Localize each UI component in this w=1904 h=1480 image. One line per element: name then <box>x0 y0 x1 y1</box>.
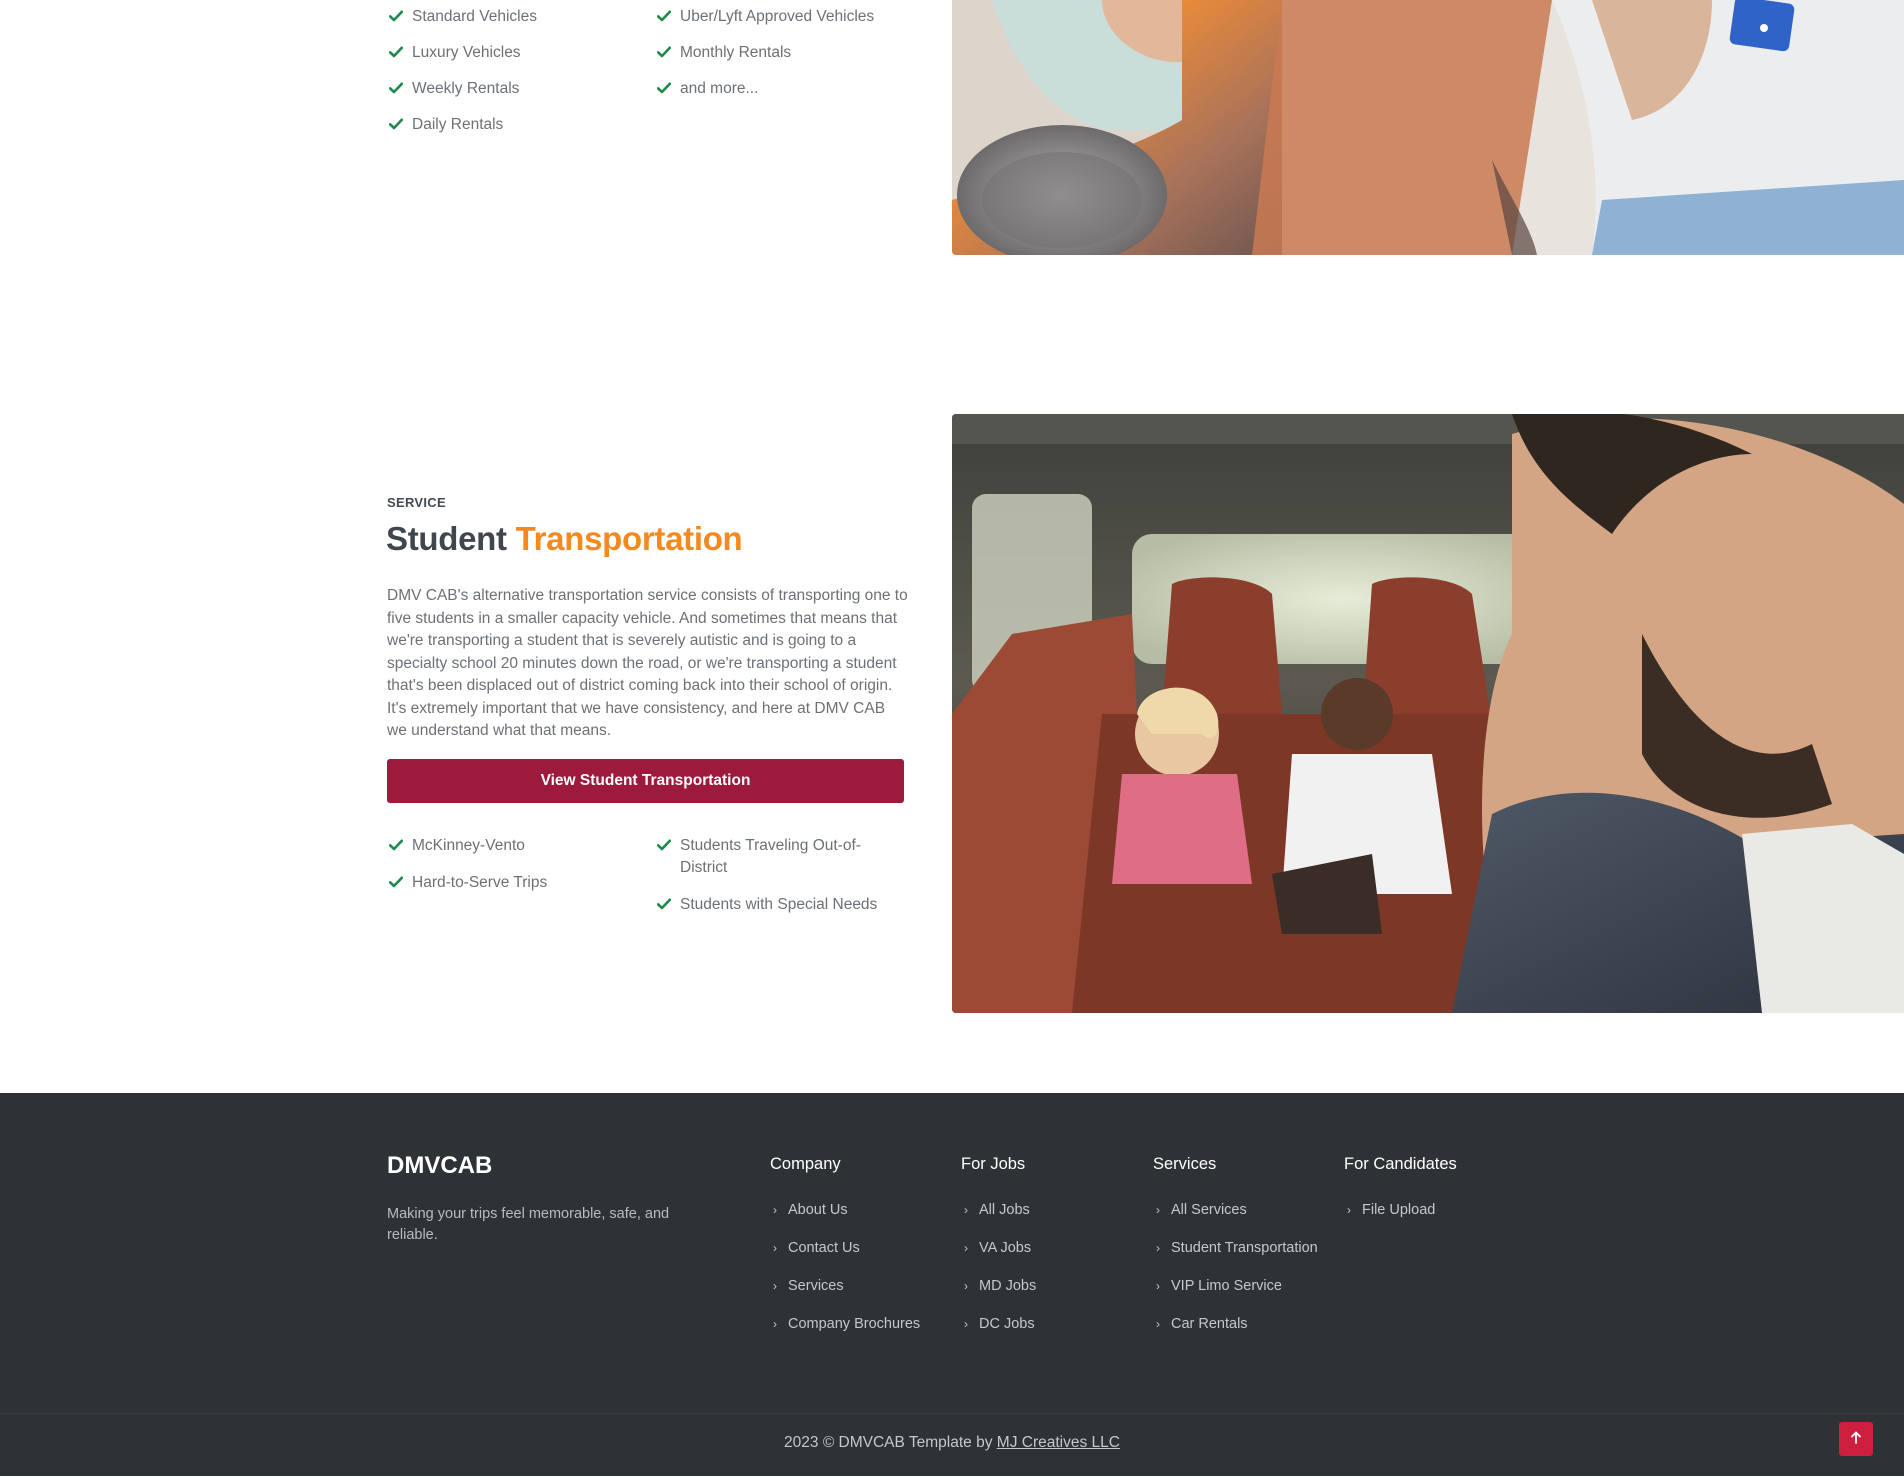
check-icon <box>389 6 405 28</box>
check-icon <box>657 6 673 28</box>
check-icon <box>657 894 673 916</box>
check-icon <box>389 78 405 100</box>
footer-link-contact-us[interactable]: › Contact Us <box>770 1240 920 1278</box>
feature-item: Uber/Lyft Approved Vehicles <box>655 6 874 28</box>
footer-link-md-jobs[interactable]: › MD Jobs <box>961 1278 1036 1316</box>
feature-item: Hard-to-Serve Trips <box>387 872 547 894</box>
footer-link-vip-limo-service[interactable]: › VIP Limo Service <box>1153 1278 1318 1316</box>
feature-label: Standard Vehicles <box>412 8 537 25</box>
footer-column-heading: Company <box>770 1155 841 1173</box>
page: Standard Vehicles Luxury Vehicles Weekly… <box>0 0 1904 1480</box>
section-eyebrow: SERVICE <box>387 495 446 510</box>
mj-creatives-link[interactable]: MJ Creatives LLC <box>997 1434 1120 1451</box>
footer-link-student-transportation[interactable]: › Student Transportation <box>1153 1240 1318 1278</box>
footer-column-services: Services › All Services › Student Transpor… <box>1153 1155 1318 1354</box>
site-footer <box>0 1093 1904 1480</box>
footer-column-for-candidates: For Candidates › File Upload <box>1344 1155 1457 1240</box>
footer-column-heading: For Candidates <box>1344 1155 1457 1173</box>
chevron-right-icon: › <box>1156 1317 1160 1331</box>
title-accent: Transportation <box>515 520 743 557</box>
chevron-right-icon: › <box>1156 1279 1160 1293</box>
feature-label: Luxury Vehicles <box>412 44 521 61</box>
footer-link-file-upload[interactable]: › File Upload <box>1344 1202 1457 1240</box>
car-rental-photo <box>952 0 1904 255</box>
footer-link-dc-jobs[interactable]: › DC Jobs <box>961 1316 1036 1354</box>
footer-link-services[interactable]: › Services <box>770 1278 920 1316</box>
chevron-right-icon: › <box>964 1317 968 1331</box>
student-features-left: McKinney-Vento Hard-to-Serve Trips <box>387 835 547 894</box>
check-icon <box>389 835 405 857</box>
chevron-right-icon: › <box>773 1279 777 1293</box>
feature-item: Weekly Rentals <box>387 78 537 100</box>
footer-link-va-jobs[interactable]: › VA Jobs <box>961 1240 1036 1278</box>
check-icon <box>389 42 405 64</box>
footer-column-heading: Services <box>1153 1155 1217 1173</box>
footer-column-for-jobs: For Jobs › All Jobs › VA Jobs › MD Jobs › DC… <box>961 1155 1036 1354</box>
footer-column-heading: For Jobs <box>961 1155 1026 1173</box>
feature-item: and more... <box>655 78 874 100</box>
check-icon <box>657 42 673 64</box>
feature-item: Monthly Rentals <box>655 42 874 64</box>
rentals-features-left: Standard Vehicles Luxury Vehicles Weekly… <box>387 6 537 136</box>
check-icon <box>657 78 673 100</box>
arrow-up-icon <box>1850 1431 1862 1448</box>
feature-label: Monthly Rentals <box>680 44 792 61</box>
check-icon <box>389 114 405 136</box>
rentals-features-right: Uber/Lyft Approved Vehicles Monthly Rent… <box>655 6 874 100</box>
chevron-right-icon: › <box>773 1241 777 1255</box>
chevron-right-icon: › <box>964 1241 968 1255</box>
feature-item: Luxury Vehicles <box>387 42 537 64</box>
feature-item: McKinney-Vento <box>387 835 547 857</box>
copyright-text: 2023 © DMVCAB Template by <box>784 1434 993 1451</box>
footer-brand[interactable]: DMVCAB <box>387 1152 492 1180</box>
feature-label: Weekly Rentals <box>412 80 520 97</box>
footer-divider <box>0 1413 1904 1414</box>
footer-tagline: Making your trips feel memorable, safe, … <box>387 1206 670 1243</box>
view-student-transportation-button[interactable]: View Student Transportation <box>387 759 904 803</box>
chevron-right-icon: › <box>964 1279 968 1293</box>
title-main: Student <box>386 520 507 557</box>
footer-link-car-rentals[interactable]: › Car Rentals <box>1153 1316 1318 1354</box>
check-icon <box>389 872 405 894</box>
footer-link-company-brochures[interactable]: › Company Brochures <box>770 1316 920 1354</box>
copyright: 2023 © DMVCAB Template by MJ Creatives L… <box>0 1434 1904 1452</box>
student-features-right: Students Traveling Out-of-District Stude… <box>655 835 885 916</box>
feature-item: Daily Rentals <box>387 114 537 136</box>
footer-link-all-jobs[interactable]: › All Jobs <box>961 1202 1036 1240</box>
section-description: DMV CAB's alternative transportation ser… <box>387 587 908 739</box>
footer-link-about-us[interactable]: › About Us <box>770 1202 920 1240</box>
check-icon <box>657 835 673 857</box>
feature-item: Students with Special Needs <box>655 894 885 916</box>
feature-label: Daily Rentals <box>412 116 504 133</box>
feature-label: Students with Special Needs <box>680 896 878 913</box>
footer-column-company: Company › About Us › Contact Us › Services … <box>770 1155 920 1354</box>
section-title: Student Transportation <box>386 520 743 558</box>
chevron-right-icon: › <box>773 1317 777 1331</box>
feature-label: Uber/Lyft Approved Vehicles <box>680 8 875 25</box>
feature-item: Standard Vehicles <box>387 6 537 28</box>
feature-item: Students Traveling Out-of-District <box>655 835 885 879</box>
feature-label: Students Traveling Out-of-District <box>680 837 861 876</box>
chevron-right-icon: › <box>1156 1203 1160 1217</box>
footer-link-all-services[interactable]: › All Services <box>1153 1202 1318 1240</box>
chevron-right-icon: › <box>773 1203 777 1217</box>
student-transportation-photo <box>952 414 1904 1013</box>
back-to-top-button[interactable] <box>1839 1422 1873 1456</box>
page-bottom-edge <box>0 1476 1904 1480</box>
chevron-right-icon: › <box>964 1203 968 1217</box>
feature-label: Hard-to-Serve Trips <box>412 874 548 891</box>
feature-label: and more... <box>680 80 759 97</box>
feature-label: McKinney-Vento <box>412 837 525 854</box>
chevron-right-icon: › <box>1156 1241 1160 1255</box>
chevron-right-icon: › <box>1347 1203 1351 1217</box>
